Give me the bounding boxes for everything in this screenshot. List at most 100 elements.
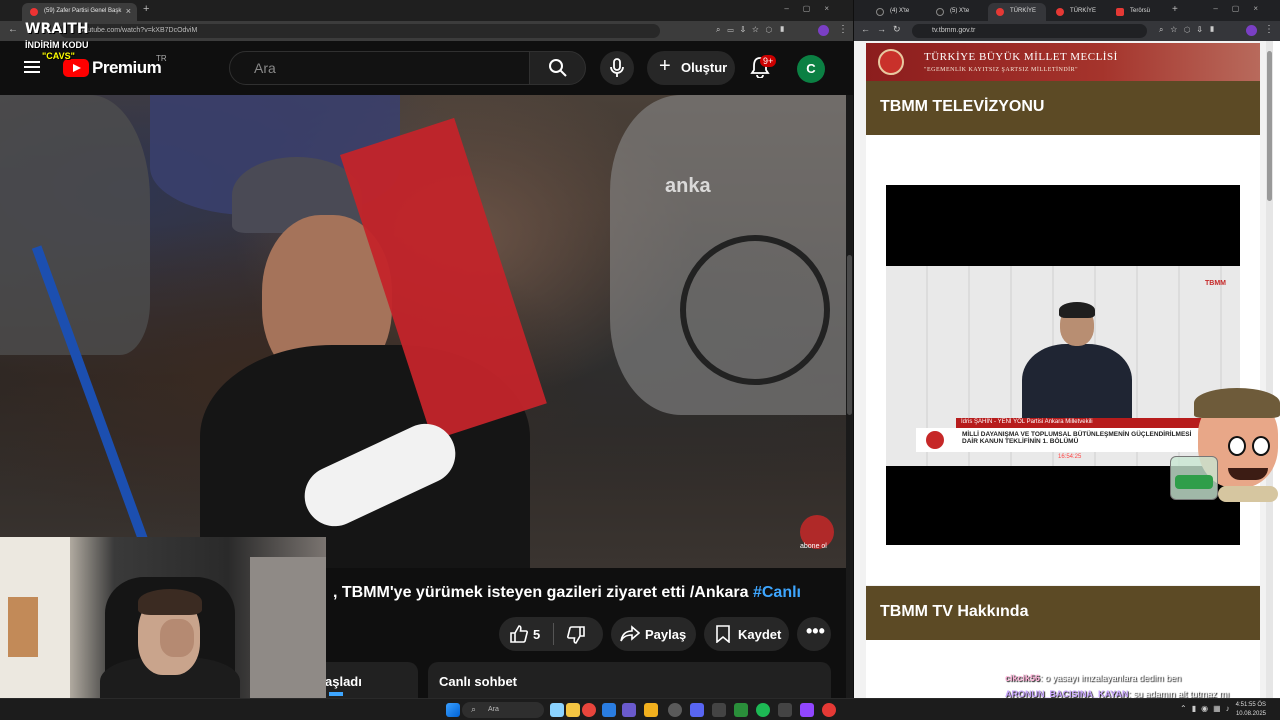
system-tray-icons[interactable]: ⌃▮◉▦♪: [1180, 704, 1235, 713]
plus-icon: +: [659, 55, 671, 77]
tab-x-1[interactable]: (4) X'te: [868, 3, 926, 21]
video-watermark: anka: [665, 175, 711, 197]
right-scrollbar[interactable]: [1266, 41, 1273, 698]
right-toolbar-icons[interactable]: ⌕☆⬡⇩▮: [1159, 25, 1222, 35]
tab-tbmm-2[interactable]: TÜRKİYE: [1048, 3, 1106, 21]
windows-start-icon[interactable]: [446, 703, 460, 717]
youtube-logo-icon[interactable]: [63, 59, 89, 77]
taskbar-clock[interactable]: 4:51:55 ÖS 10.08.2025: [1236, 701, 1266, 719]
banner-title: TÜRKİYE BÜYÜK MİLLET MECLİSİ: [924, 51, 1118, 63]
tab-youtube-video[interactable]: (59) Zafer Partisi Genel Başk ×: [22, 3, 137, 21]
clock-time: 4:51:55 ÖS: [1235, 702, 1266, 708]
right-address-bar: ←→↻ tv.tbmm.gov.tr ⌕☆⬡⇩▮ ⋮: [854, 21, 1280, 41]
speaker-hair: [1059, 302, 1095, 318]
video-title-text: , TBMM'ye yürümek isteyen gazileri ziyar…: [333, 584, 749, 601]
mascot-cup: [1170, 456, 1218, 500]
subscribe-watermark: abone ol: [800, 543, 827, 550]
right-profile-icon[interactable]: [1246, 25, 1257, 36]
mascot-eye-right: [1252, 436, 1270, 456]
obs-icon[interactable]: [778, 703, 792, 717]
app-icon[interactable]: [622, 703, 636, 717]
taskbar-search[interactable]: ⌕ Ara: [462, 702, 544, 718]
tbmm-banner: TÜRKİYE BÜYÜK MİLLET MECLİSİ "EGEMENLİK …: [866, 43, 1260, 81]
window-controls[interactable]: –▢×: [784, 4, 843, 13]
discord-icon[interactable]: [690, 703, 704, 717]
tbmm-favicon-icon: [996, 8, 1004, 16]
live-status-text: aşladı: [325, 674, 362, 689]
section-about: TBMM TV Hakkında: [866, 586, 1260, 640]
x-favicon-icon: [936, 8, 944, 16]
chrome-icon[interactable]: [582, 703, 596, 717]
video-player[interactable]: anka abone ol: [0, 95, 846, 568]
folder-icon[interactable]: [644, 703, 658, 717]
dislike-icon[interactable]: [566, 625, 586, 645]
webcam-background: [250, 557, 326, 698]
app-icon[interactable]: [668, 703, 682, 717]
live-chat-header[interactable]: Canlı sohbet: [428, 662, 831, 698]
search-button[interactable]: [529, 51, 586, 85]
create-button[interactable]: + Oluştur: [647, 51, 735, 85]
app-icon[interactable]: [800, 703, 814, 717]
page-scrollbar[interactable]: [846, 95, 853, 698]
stream-overlay-code: "CAVS": [42, 51, 75, 61]
live-chat-label: Canlı sohbet: [439, 674, 518, 689]
tab-label: (5) X'te: [950, 8, 970, 14]
url-field[interactable]: youtube.com/watch?v=kXB7DcOdviM: [60, 24, 660, 38]
tab-strip: (59) Zafer Partisi Genel Başk × + –▢×: [0, 0, 853, 21]
app-icon[interactable]: [734, 703, 748, 717]
share-button[interactable]: Paylaş: [611, 617, 696, 651]
tab-label: TÜRKİYE: [1070, 8, 1097, 14]
like-divider: [553, 623, 554, 645]
live-status-panel: aşladı: [325, 662, 418, 698]
address-bar-row: ← youtube.com/watch?v=kXB7DcOdviM ⌕▭⇩☆⬡▮…: [0, 21, 853, 41]
back-arrow-icon[interactable]: ←: [8, 24, 18, 35]
tab-x-2[interactable]: (5) X'te: [928, 3, 986, 21]
window-controls[interactable]: –▢×: [1213, 4, 1272, 13]
broadcast-time: 16:54:25: [1058, 454, 1082, 460]
account-avatar[interactable]: C: [797, 55, 825, 83]
video-title: , TBMM'ye yürümek isteyen gazileri ziyar…: [333, 584, 801, 602]
edge-icon[interactable]: [602, 703, 616, 717]
new-tab-icon[interactable]: +: [1172, 4, 1178, 15]
x-favicon-icon: [876, 8, 884, 16]
tab-news[interactable]: Terörsü: [1108, 3, 1166, 21]
right-url-text: tv.tbmm.gov.tr: [932, 27, 976, 34]
nav-arrows-icon[interactable]: ←→↻: [861, 24, 908, 35]
new-tab-icon[interactable]: +: [143, 3, 149, 15]
spotify-icon[interactable]: [756, 703, 770, 717]
file-explorer-icon[interactable]: [566, 703, 580, 717]
streamer-hair: [138, 589, 202, 615]
tab-label: Terörsü: [1130, 8, 1151, 14]
tab-tbmm-active[interactable]: TÜRKİYE: [988, 3, 1046, 21]
right-menu-icon[interactable]: ⋮: [1264, 24, 1274, 35]
mascot-plate: [1218, 486, 1278, 502]
browser-toolbar-icons[interactable]: ⌕▭⇩☆⬡▮: [716, 25, 792, 35]
video-figure: [0, 95, 150, 355]
hashtag-link[interactable]: #Canlı: [753, 584, 801, 601]
hamburger-menu-icon[interactable]: [24, 61, 40, 63]
tab-title: (59) Zafer Partisi Genel Başk: [44, 8, 122, 14]
stream-mascot-overlay: [1168, 388, 1280, 506]
region-code: TR: [156, 54, 167, 63]
app-icon[interactable]: [712, 703, 726, 717]
video-wheelchair: [680, 235, 830, 385]
save-button[interactable]: Kaydet: [704, 617, 789, 651]
taskbar-search-icon: ⌕: [471, 704, 477, 714]
right-scrollbar-thumb[interactable]: [1267, 51, 1272, 201]
profile-icon[interactable]: [818, 25, 829, 36]
chat-message: cikcik56: o yasayı imzalayanlara dedim b…: [1005, 670, 1229, 686]
scrollbar-thumb[interactable]: [847, 255, 852, 415]
taskview-icon[interactable]: [550, 703, 564, 717]
voice-search-button[interactable]: [600, 51, 634, 85]
search-input[interactable]: Ara: [229, 51, 530, 85]
youtube-favicon-icon: [30, 8, 38, 16]
like-icon[interactable]: [509, 624, 529, 644]
right-browser-window: (4) X'te (5) X'te TÜRKİYE TÜRKİYE Terörs…: [854, 0, 1280, 698]
news-favicon-icon: [1116, 8, 1124, 16]
close-tab-icon[interactable]: ×: [126, 6, 131, 16]
menu-kebab-icon[interactable]: ⋮: [838, 24, 848, 35]
more-actions-button[interactable]: •••: [797, 617, 831, 651]
app-icon[interactable]: [822, 703, 836, 717]
right-url-field[interactable]: tv.tbmm.gov.tr: [912, 24, 1147, 38]
tbmm-tv-logo: TBMM: [1205, 280, 1226, 287]
